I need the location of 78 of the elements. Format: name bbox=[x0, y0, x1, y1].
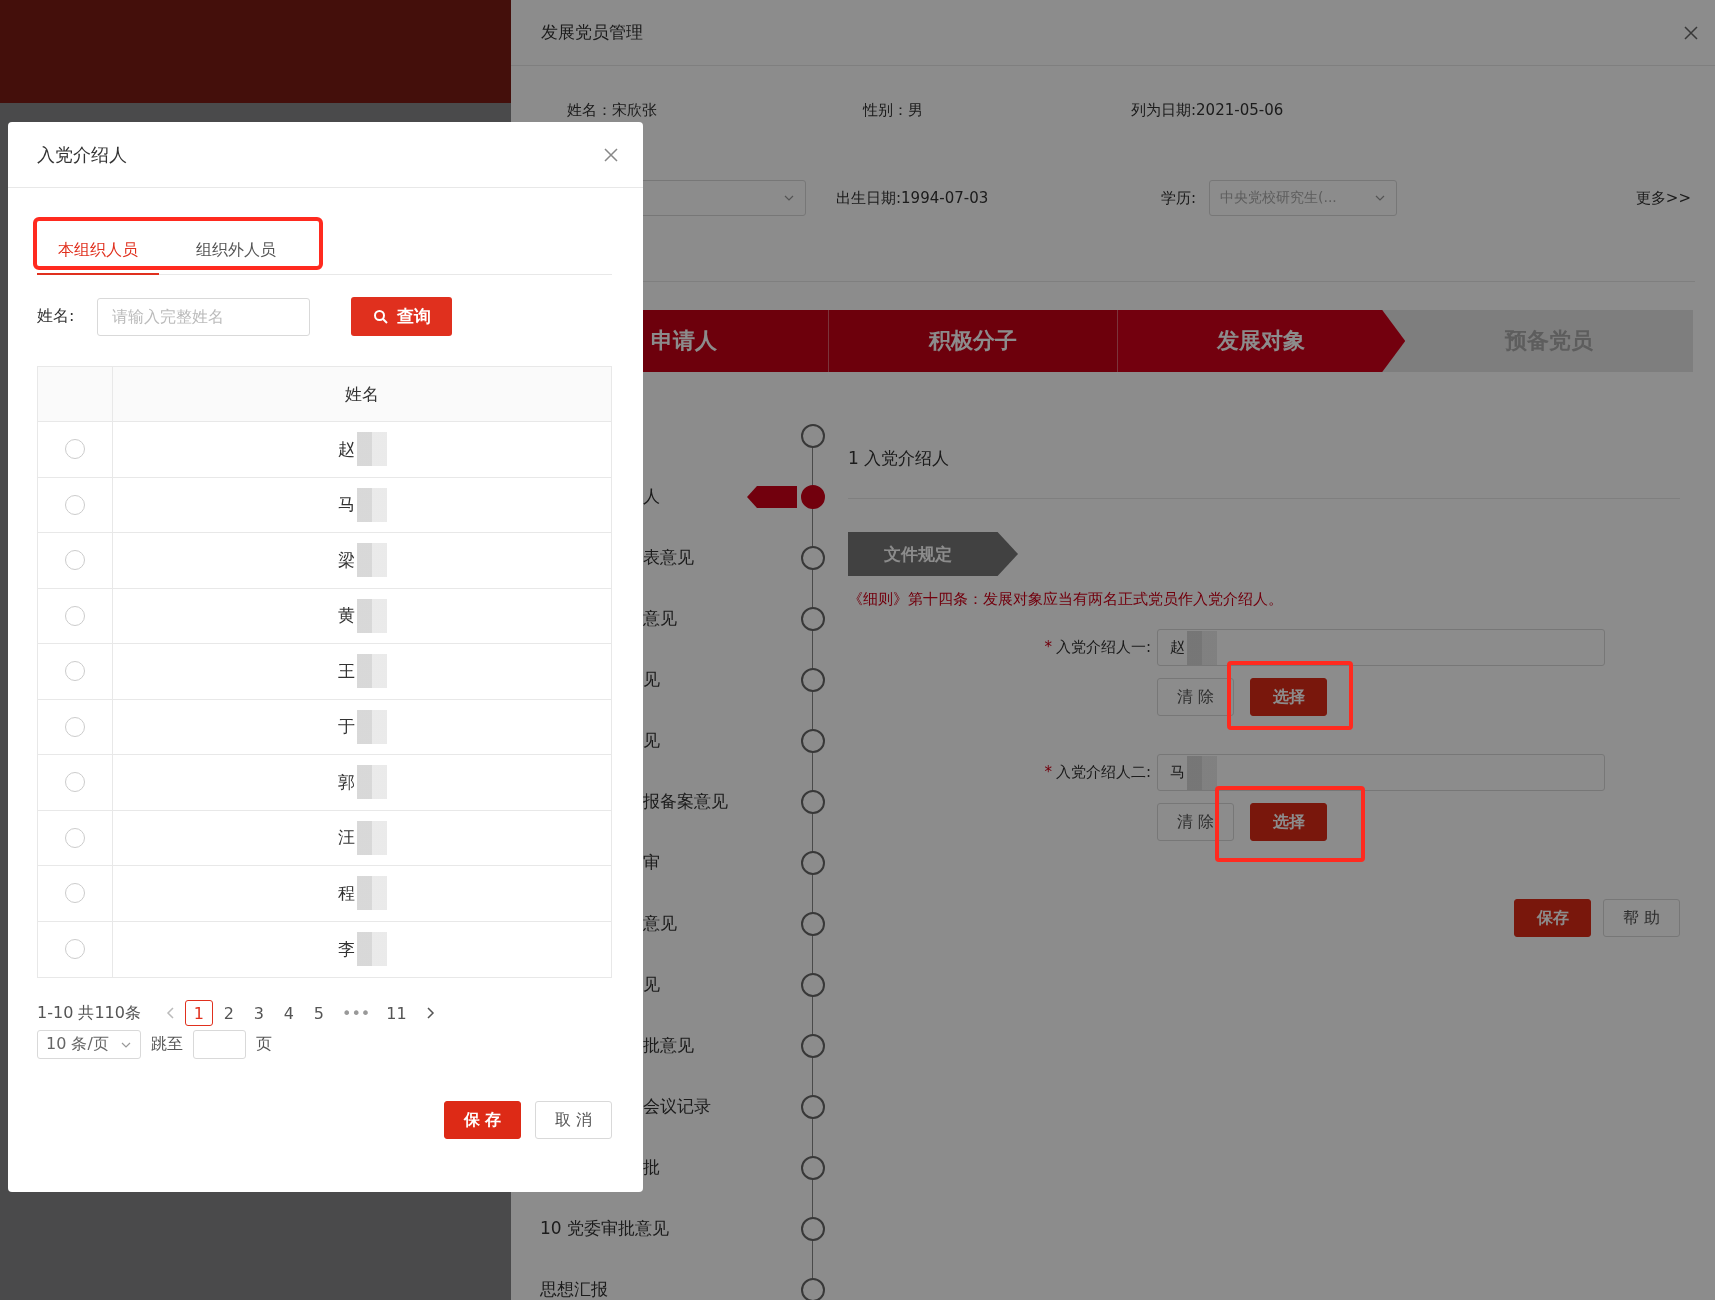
table-cell: 李 bbox=[337, 937, 355, 961]
field-label: 姓名: bbox=[37, 306, 76, 327]
info-text: 列为日期:2021-05-06 bbox=[1131, 100, 1285, 120]
column-header: 姓名 bbox=[112, 367, 611, 421]
pixelated-block bbox=[356, 820, 387, 855]
field-label: * 入党介绍人一: bbox=[1043, 638, 1152, 657]
table-cell: 黄 bbox=[337, 604, 355, 628]
info-text: 姓名：宋欣张 bbox=[567, 100, 658, 120]
page-summary: 1-10 共110条 bbox=[37, 1002, 141, 1024]
progress-step: 发展对象 bbox=[1117, 310, 1406, 372]
timeline-node[interactable] bbox=[801, 850, 825, 875]
choose-button[interactable]: 选择 bbox=[1250, 678, 1327, 716]
timeline-node[interactable] bbox=[801, 667, 825, 692]
input-field[interactable] bbox=[193, 1030, 246, 1059]
info-text: 性别：男 bbox=[863, 100, 924, 120]
table-cell: 王 bbox=[337, 659, 355, 683]
pixelated-block bbox=[356, 765, 387, 800]
rule-tag: 文件规定 bbox=[848, 532, 1018, 576]
timeline-node[interactable] bbox=[801, 1033, 825, 1058]
timeline-node[interactable] bbox=[801, 484, 825, 509]
pixelated-block bbox=[356, 932, 387, 967]
timeline-node[interactable] bbox=[801, 1216, 825, 1241]
clear-button[interactable]: 清 除 bbox=[1157, 803, 1234, 841]
save-button[interactable]: 保 存 bbox=[444, 1101, 521, 1139]
more-link[interactable]: 更多>> bbox=[1635, 188, 1691, 208]
cancel-button[interactable]: 取 消 bbox=[535, 1101, 612, 1139]
pixelated-block bbox=[356, 543, 387, 578]
table-cell: 梁 bbox=[337, 548, 355, 572]
timeline-node[interactable] bbox=[801, 545, 825, 570]
table-cell: 程 bbox=[337, 881, 355, 905]
jump-label: 跳至 bbox=[151, 1034, 183, 1055]
timeline-node[interactable] bbox=[801, 911, 825, 936]
pixelated-block bbox=[356, 654, 387, 689]
tab[interactable]: 组织外人员 bbox=[175, 224, 297, 275]
page-button[interactable]: 1 bbox=[184, 1000, 213, 1026]
close-icon[interactable] bbox=[603, 146, 619, 163]
pixelated-block bbox=[356, 876, 387, 911]
pixelated-block bbox=[356, 432, 387, 467]
field-label: 学历: bbox=[1161, 188, 1198, 208]
help-button[interactable]: 帮 助 bbox=[1603, 899, 1680, 937]
timeline-node[interactable] bbox=[801, 423, 825, 448]
table-cell: 于 bbox=[337, 715, 355, 739]
choose-button[interactable]: 选择 bbox=[1250, 803, 1327, 841]
field-label: * 入党介绍人二: bbox=[1043, 763, 1152, 782]
timeline-node[interactable] bbox=[801, 1094, 825, 1119]
table-cell: 汪 bbox=[337, 826, 355, 850]
timeline-node[interactable] bbox=[801, 1155, 825, 1180]
pointer-flag-icon bbox=[747, 484, 797, 509]
pixelated-block bbox=[356, 487, 387, 522]
progress-step: 积极分子 bbox=[828, 310, 1118, 372]
timeline-node[interactable] bbox=[801, 972, 825, 997]
table-cell: 赵 bbox=[337, 437, 355, 461]
search-icon bbox=[372, 308, 389, 325]
timeline-label[interactable]: 10 党委审批意见 bbox=[540, 1217, 670, 1240]
rule-text: 《细则》第十四条：发展对象应当有两名正式党员作入党介绍人。 bbox=[848, 590, 1284, 609]
table-cell: 郭 bbox=[337, 770, 355, 794]
input-field[interactable]: 马 bbox=[1157, 754, 1605, 791]
table-cell: 马 bbox=[337, 493, 355, 517]
section-title: 1 入党介绍人 bbox=[848, 447, 951, 470]
dialog-title: 入党介绍人 bbox=[37, 142, 127, 167]
jump-suffix: 页 bbox=[256, 1034, 272, 1055]
page-size-select[interactable]: 10 条/页 bbox=[37, 1030, 141, 1059]
close-icon[interactable] bbox=[1683, 24, 1699, 41]
timeline-label[interactable]: 思想汇报 bbox=[540, 1278, 608, 1300]
search-button[interactable]: 查询 bbox=[351, 297, 452, 336]
timeline-node[interactable] bbox=[801, 606, 825, 631]
input-field[interactable]: 请输入完整姓名 bbox=[97, 297, 310, 336]
save-button[interactable]: 保存 bbox=[1514, 899, 1591, 937]
info-text: 出生日期:1994-07-03 bbox=[836, 188, 990, 208]
timeline-node[interactable] bbox=[801, 1277, 825, 1300]
timeline-node[interactable] bbox=[801, 789, 825, 814]
input-field[interactable]: 赵 bbox=[1157, 629, 1605, 666]
pixelated-block bbox=[356, 598, 387, 633]
pixelated-block bbox=[356, 709, 387, 744]
pixelated-block bbox=[1187, 755, 1217, 790]
clear-button[interactable]: 清 除 bbox=[1157, 678, 1234, 716]
panel-title: 发展党员管理 bbox=[541, 21, 643, 44]
timeline-node[interactable] bbox=[801, 728, 825, 753]
